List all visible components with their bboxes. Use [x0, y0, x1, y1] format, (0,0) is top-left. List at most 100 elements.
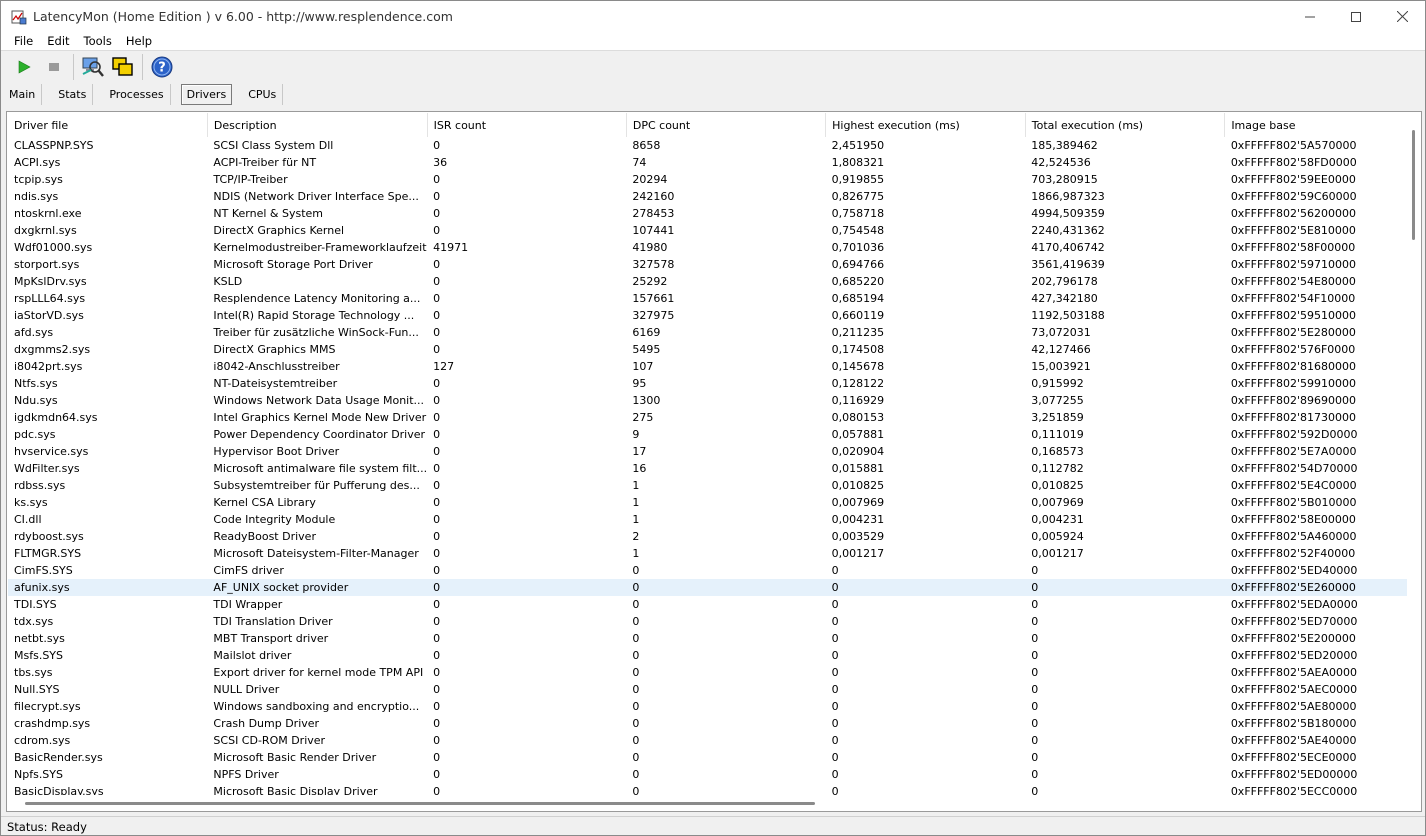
maximize-button[interactable]: [1333, 1, 1379, 32]
table-cell: 0: [1031, 734, 1039, 747]
start-button[interactable]: [9, 53, 39, 81]
column-header-image-base[interactable]: Image base: [1224, 113, 1421, 137]
table-cell: TDI.SYS: [14, 598, 57, 611]
column-header-total-execution[interactable]: Total execution (ms): [1025, 113, 1226, 137]
table-cell: rdbss.sys: [14, 479, 66, 492]
table-cell: 17: [632, 445, 647, 458]
column-header-highest-execution[interactable]: Highest execution (ms): [825, 113, 1026, 137]
table-row[interactable]: CI.dll Code Integrity Module 0 1 0,004231 0,0…: [8, 511, 1421, 528]
table-cell: 0: [632, 734, 640, 747]
table-cell: 0: [1031, 683, 1039, 696]
table-row[interactable]: ACPI.sys ACPI-Treiber für NT 36 74 1,808321 4…: [8, 154, 1421, 171]
menu-tools[interactable]: Tools: [77, 34, 119, 48]
table-row[interactable]: afd.sys Treiber für zusätzliche WinSock-F…: [8, 324, 1421, 341]
table-row[interactable]: netbt.sys MBT Transport driver 0 0 0 0 0xFFFFF…: [8, 630, 1421, 647]
vertical-scrollbar[interactable]: [1407, 112, 1421, 795]
table-cell: 427,342180: [1031, 292, 1098, 305]
table-cell: Windows sandboxing and encryptio...: [213, 700, 420, 713]
menu-edit[interactable]: Edit: [40, 34, 76, 48]
table-cell: NDIS (Network Driver Interface Spe...: [213, 190, 419, 203]
table-row[interactable]: storport.sys Microsoft Storage Port Drive…: [8, 256, 1421, 273]
table-cell: 0xFFFFF802'5ED20000: [1230, 649, 1358, 662]
table-row[interactable]: BasicRender.sys Microsoft Basic Render Dr…: [8, 749, 1421, 766]
table-row[interactable]: ndis.sys NDIS (Network Driver Interface S…: [8, 188, 1421, 205]
vertical-scroll-thumb[interactable]: [1412, 130, 1415, 240]
table-row[interactable]: Null.SYS NULL Driver 0 0 0 0 0xFFFFF802'5AEC00…: [8, 681, 1421, 698]
table-row[interactable]: rdyboost.sys ReadyBoost Driver 0 2 0,003529 0…: [8, 528, 1421, 545]
table-row[interactable]: afunix.sys AF_UNIX socket provider 0 0 0 0 0xF…: [8, 579, 1421, 596]
column-header-isr-count[interactable]: ISR count: [427, 113, 627, 137]
table-row[interactable]: Npfs.SYS NPFS Driver 0 0 0 0 0xFFFFF802'5ED000…: [8, 766, 1421, 783]
horizontal-scrollbar[interactable]: [7, 795, 1421, 811]
column-header-description[interactable]: Description: [207, 113, 428, 137]
column-header-driver-file[interactable]: Driver file: [8, 113, 208, 137]
tab-main[interactable]: Main: [3, 84, 43, 105]
table-row[interactable]: Msfs.SYS Mailslot driver 0 0 0 0 0xFFFFF802'5E…: [8, 647, 1421, 664]
table-row[interactable]: crashdmp.sys Crash Dump Driver 0 0 0 0 0xFFFFF…: [8, 715, 1421, 732]
tab-stats[interactable]: Stats: [52, 84, 94, 105]
table-row[interactable]: tdx.sys TDI Translation Driver 0 0 0 0 0xFFFFF…: [8, 613, 1421, 630]
table-row[interactable]: ntoskrnl.exe NT Kernel & System 0 278453 0,7…: [8, 205, 1421, 222]
menu-file[interactable]: File: [7, 34, 40, 48]
table-row[interactable]: CimFS.SYS CimFS driver 0 0 0 0 0xFFFFF802'5ED4…: [8, 562, 1421, 579]
table-cell: 0: [433, 530, 441, 543]
table-row[interactable]: FLTMGR.SYS Microsoft Dateisystem-Filter-M…: [8, 545, 1421, 562]
table-cell: NPFS Driver: [213, 768, 279, 781]
table-row[interactable]: WdFilter.sys Microsoft antimalware file s…: [8, 460, 1421, 477]
table-row[interactable]: dxgmms2.sys DirectX Graphics MMS 0 5495 0,17…: [8, 341, 1421, 358]
table-cell: 41980: [632, 241, 668, 254]
table-row[interactable]: cdrom.sys SCSI CD-ROM Driver 0 0 0 0 0xFFFFF80…: [8, 732, 1421, 749]
tab-drivers[interactable]: Drivers: [180, 84, 233, 105]
title-bar[interactable]: LatencyMon (Home Edition ) v 6.00 - http…: [1, 1, 1425, 32]
table-row[interactable]: dxgkrnl.sys DirectX Graphics Kernel 0 10744…: [8, 222, 1421, 239]
table-row[interactable]: tbs.sys Export driver for kernel mode TPM…: [8, 664, 1421, 681]
table-row[interactable]: MpKslDrv.sys KSLD 0 25292 0,685220 202,796178…: [8, 273, 1421, 290]
table-row[interactable]: Wdf01000.sys Kernelmodustreiber-Framework…: [8, 239, 1421, 256]
table-cell: 2,451950: [831, 139, 885, 152]
table-row[interactable]: Ndu.sys Windows Network Data Usage Monit.…: [8, 392, 1421, 409]
stop-button[interactable]: [39, 53, 69, 81]
menu-help[interactable]: Help: [119, 34, 159, 48]
table-row[interactable]: ks.sys Kernel CSA Library 0 1 0,007969 0,0079…: [8, 494, 1421, 511]
table-cell: Crash Dump Driver: [213, 717, 320, 730]
tab-cpus[interactable]: CPUs: [242, 84, 284, 105]
table-row[interactable]: tcpip.sys TCP/IP-Treiber 0 20294 0,919855 703…: [8, 171, 1421, 188]
computer-search-button[interactable]: [78, 53, 108, 81]
windows-button[interactable]: [108, 53, 138, 81]
table-row[interactable]: i8042prt.sys i8042-Anschlusstreiber 127 107…: [8, 358, 1421, 375]
close-button[interactable]: [1379, 1, 1425, 32]
table-cell: TCP/IP-Treiber: [213, 173, 288, 186]
table-row[interactable]: Ntfs.sys NT-Dateisystemtreiber 0 95 0,128122…: [8, 375, 1421, 392]
table-row[interactable]: rspLLL64.sys Resplendence Latency Monitor…: [8, 290, 1421, 307]
table-cell: 107441: [632, 224, 675, 237]
table-row[interactable]: pdc.sys Power Dependency Coordinator Driv…: [8, 426, 1421, 443]
table-cell: Kernelmodustreiber-Frameworklaufzeit: [213, 241, 427, 254]
table-row[interactable]: filecrypt.sys Windows sandboxing and encr…: [8, 698, 1421, 715]
drivers-list[interactable]: Driver file Description ISR count DPC co…: [6, 111, 1422, 812]
minimize-button[interactable]: [1287, 1, 1333, 32]
table-cell: afunix.sys: [8, 579, 208, 596]
table-cell: 1: [632, 547, 640, 560]
table-row[interactable]: TDI.SYS TDI Wrapper 0 0 0 0 0xFFFFF802'5EDA000…: [8, 596, 1421, 613]
table-cell: 107: [632, 360, 654, 373]
table-cell: 0,919855: [831, 173, 885, 186]
table-cell: 1192,503188: [1031, 309, 1105, 322]
table-cell: cdrom.sys: [14, 734, 71, 747]
table-cell: BasicRender.sys: [14, 751, 103, 764]
table-cell: 0: [831, 683, 839, 696]
table-cell: 1: [632, 513, 640, 526]
table-row[interactable]: igdkmdn64.sys Intel Graphics Kernel Mode …: [8, 409, 1421, 426]
help-button[interactable]: ?: [147, 53, 177, 81]
table-cell: 0,145678: [831, 360, 885, 373]
table-row[interactable]: CLASSPNP.SYS SCSI Class System Dll 0 8658 2,…: [8, 137, 1421, 154]
table-row[interactable]: iaStorVD.sys Intel(R) Rapid Storage Techn…: [8, 307, 1421, 324]
table-cell: 0: [831, 700, 839, 713]
table-cell: 0: [831, 717, 839, 730]
table-row[interactable]: rdbss.sys Subsystemtreiber für Pufferung …: [8, 477, 1421, 494]
table-row[interactable]: hvservice.sys Hypervisor Boot Driver 0 17 0,…: [8, 443, 1421, 460]
table-cell: tcpip.sys: [14, 173, 63, 186]
tab-processes[interactable]: Processes: [103, 84, 171, 105]
latencymon-app-icon: [11, 9, 27, 25]
horizontal-scroll-thumb[interactable]: [25, 802, 815, 805]
column-header-dpc-count[interactable]: DPC count: [626, 113, 827, 137]
